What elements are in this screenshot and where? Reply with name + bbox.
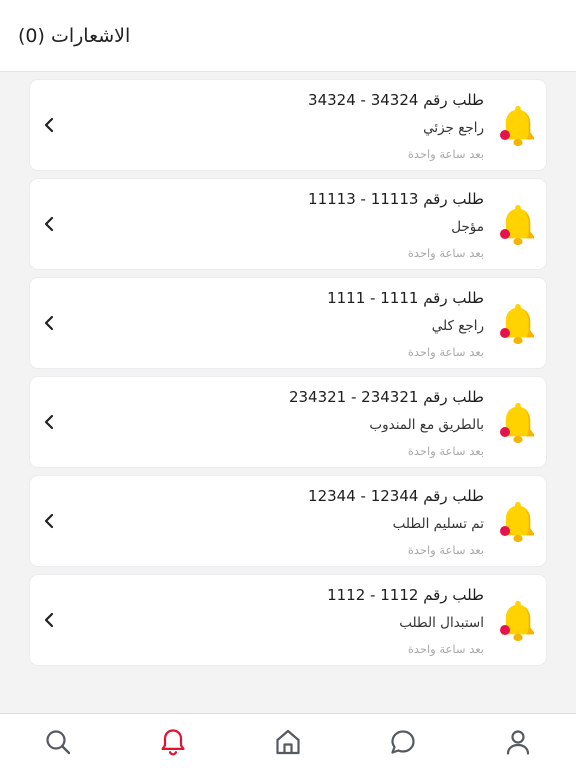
nav-profile[interactable] bbox=[503, 727, 533, 757]
chevron-left-icon[interactable] bbox=[42, 611, 56, 629]
bell-icon bbox=[500, 304, 534, 345]
notification-time: بعد ساعة واحدة bbox=[407, 444, 484, 458]
bell-icon bbox=[500, 601, 534, 642]
bell-icon bbox=[500, 403, 534, 444]
notification-time: بعد ساعة واحدة bbox=[407, 246, 484, 260]
nav-search[interactable] bbox=[43, 727, 73, 757]
nav-home[interactable] bbox=[273, 727, 303, 757]
notification-status: راجع جزئي bbox=[423, 120, 484, 136]
notification-card[interactable]: طلب رقم 1111 - 1111 راجع كلي بعد ساعة وا… bbox=[29, 277, 547, 369]
notification-title: طلب رقم 11113 - 11113 bbox=[308, 190, 484, 208]
bell-icon bbox=[500, 205, 534, 246]
notification-card[interactable]: طلب رقم 11113 - 11113 مؤجل بعد ساعة واحد… bbox=[29, 178, 547, 270]
notification-card[interactable]: طلب رقم 34324 - 34324 راجع جزئي بعد ساعة… bbox=[29, 79, 547, 171]
notification-list: طلب رقم 34324 - 34324 راجع جزئي بعد ساعة… bbox=[29, 79, 547, 673]
notification-title: طلب رقم 12344 - 12344 bbox=[308, 487, 484, 505]
chat-icon bbox=[391, 730, 415, 754]
notification-status: مؤجل bbox=[451, 219, 484, 235]
bell-icon bbox=[161, 729, 185, 756]
chevron-left-icon[interactable] bbox=[42, 116, 56, 134]
notification-card[interactable]: طلب رقم 234321 - 234321 بالطريق مع المند… bbox=[29, 376, 547, 468]
bell-icon bbox=[500, 106, 534, 147]
notification-title: طلب رقم 1111 - 1111 bbox=[327, 289, 484, 307]
chevron-left-icon[interactable] bbox=[42, 413, 56, 431]
notification-card[interactable]: طلب رقم 1112 - 1112 استبدال الطلب بعد سا… bbox=[29, 574, 547, 666]
user-icon bbox=[506, 730, 530, 755]
bottom-nav bbox=[0, 713, 576, 768]
notification-status: استبدال الطلب bbox=[399, 615, 484, 631]
home-icon bbox=[276, 729, 300, 755]
notification-time: بعد ساعة واحدة bbox=[407, 642, 484, 656]
notification-title: طلب رقم 1112 - 1112 bbox=[327, 586, 484, 604]
chevron-left-icon[interactable] bbox=[42, 314, 56, 332]
notification-title: طلب رقم 234321 - 234321 bbox=[288, 388, 484, 406]
notification-time: بعد ساعة واحدة bbox=[407, 147, 484, 161]
search-icon bbox=[46, 730, 71, 755]
chevron-left-icon[interactable] bbox=[42, 215, 56, 233]
bell-icon bbox=[500, 502, 534, 543]
notification-time: بعد ساعة واحدة bbox=[407, 543, 484, 557]
notification-card[interactable]: طلب رقم 12344 - 12344 تم تسليم الطلب بعد… bbox=[29, 475, 547, 567]
chevron-left-icon[interactable] bbox=[42, 512, 56, 530]
nav-chat[interactable] bbox=[388, 727, 418, 757]
nav-notifications[interactable] bbox=[158, 727, 188, 757]
app: الاشعارات (0) طلب رقم 34324 - 34324 راجع… bbox=[0, 0, 576, 768]
notification-status: بالطريق مع المندوب bbox=[369, 417, 484, 433]
notification-status: راجع كلي bbox=[431, 318, 484, 334]
notification-title: طلب رقم 34324 - 34324 bbox=[308, 91, 484, 109]
notification-status: تم تسليم الطلب bbox=[392, 516, 484, 532]
page-title: الاشعارات (0) bbox=[18, 25, 131, 47]
notification-time: بعد ساعة واحدة bbox=[407, 345, 484, 359]
header: الاشعارات (0) bbox=[0, 0, 576, 72]
